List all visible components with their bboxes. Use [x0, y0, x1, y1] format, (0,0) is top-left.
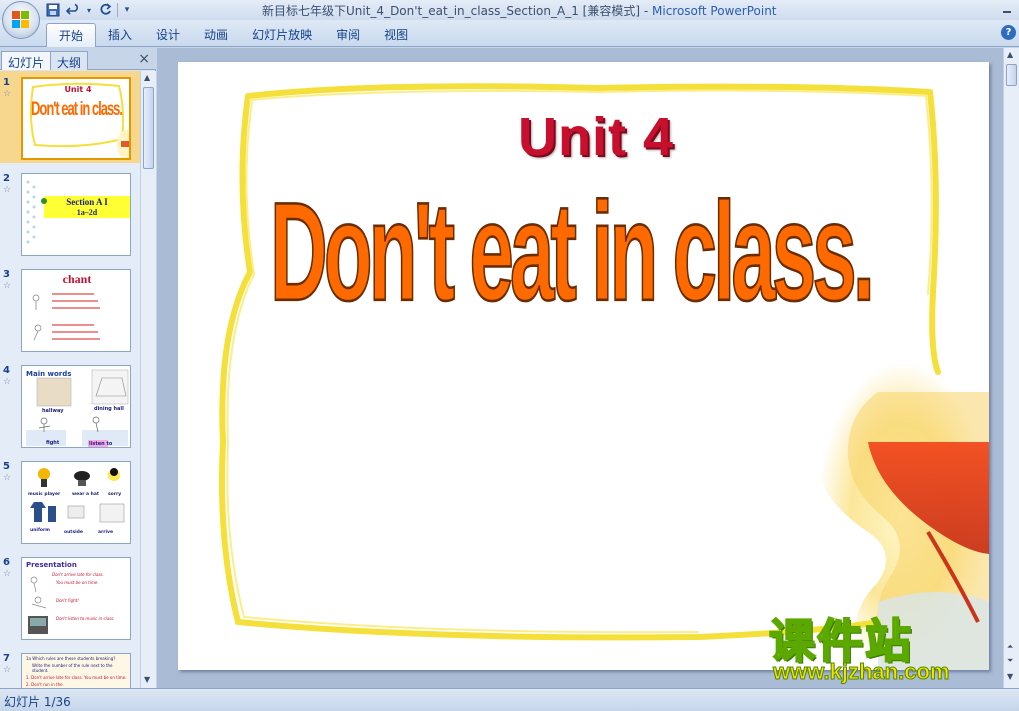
- thumbnail-preview: Presentation Don't arrive late for class…: [21, 557, 131, 640]
- thumbnails-scrollbar[interactable]: ▲ ▼: [140, 71, 156, 688]
- help-icon[interactable]: ?: [1001, 25, 1016, 40]
- thumb-label: dining hall: [94, 406, 124, 412]
- previous-slide-icon[interactable]: ⏶: [1007, 642, 1013, 652]
- scroll-up-arrow-icon[interactable]: ▲: [144, 73, 150, 82]
- thumb-label: hallway: [42, 408, 64, 414]
- document-title: 新目标七年级下Unit_4_Don't_eat_in_class_Section…: [262, 4, 652, 18]
- qat-separator: [117, 3, 118, 17]
- thumbnail-preview: Main words hallway dining hall fight lis…: [21, 365, 131, 448]
- tab-insert[interactable]: 插入: [96, 23, 144, 47]
- slide-thumbnail-3[interactable]: 3 ☆ chant: [0, 263, 140, 355]
- thumb-label: outside: [64, 530, 83, 535]
- dropdown-arrow-icon[interactable]: ▾: [85, 2, 93, 18]
- slide-number: 6: [3, 557, 10, 568]
- animation-star-icon: ☆: [3, 377, 12, 387]
- scroll-up-arrow-icon[interactable]: ▲: [1007, 50, 1013, 59]
- thumb-label: wear a hat: [72, 492, 100, 497]
- slide-thumbnail-2[interactable]: 2 ☆ Section A I 1a–2d: [0, 167, 140, 259]
- window-controls: [995, 0, 1019, 18]
- slide-thumbnail-7[interactable]: 7 ☆ 1a Which rules are these students br…: [0, 647, 140, 688]
- slide-editor: Unit 4 Don't eat in class. 课件站 www.kjzha…: [157, 48, 1019, 688]
- minimize-button[interactable]: [995, 0, 1019, 18]
- window-title: 新目标七年级下Unit_4_Don't_eat_in_class_Section…: [262, 2, 777, 19]
- animation-star-icon: ☆: [3, 665, 12, 675]
- undo-icon[interactable]: [65, 2, 81, 18]
- slide-number: 2: [3, 173, 10, 184]
- ribbon-tabs: 开始 插入 设计 动画 幻灯片放映 审阅 视图: [46, 23, 420, 47]
- thumb-subtitle: 1a–2d: [76, 208, 98, 217]
- thumb-line: 1. Don't arrive late for class. You must…: [26, 675, 127, 680]
- thumb-line: 1a Which rules are these students breaki…: [26, 656, 116, 661]
- slide-thumbnail-6[interactable]: 6 ☆ Presentation Don't arrive late for c…: [0, 551, 140, 643]
- app-name: Microsoft PowerPoint: [652, 4, 777, 18]
- next-slide-icon[interactable]: ⏷: [1007, 656, 1013, 666]
- thumb-label: listen to: [89, 441, 113, 447]
- office-button[interactable]: [2, 1, 40, 39]
- save-icon[interactable]: [45, 2, 61, 18]
- animation-star-icon: ☆: [3, 89, 12, 99]
- redo-icon[interactable]: [97, 2, 113, 18]
- tab-outline[interactable]: 大纲: [50, 51, 89, 70]
- quick-access-toolbar: ▾ ▾: [45, 1, 132, 19]
- scrollbar-thumb[interactable]: [1006, 64, 1017, 86]
- thumb-label: uniform: [30, 528, 50, 533]
- slide-number: 4: [3, 365, 10, 376]
- thumbnail-preview: chant: [21, 269, 131, 352]
- ribbon: 开始 插入 设计 动画 幻灯片放映 审阅 视图 ?: [0, 20, 1019, 47]
- thumb-label: fight: [46, 440, 60, 446]
- slide-subtitle[interactable]: Don't eat in class.: [269, 172, 876, 333]
- slide-canvas[interactable]: Unit 4 Don't eat in class.: [178, 62, 989, 670]
- tab-animations[interactable]: 动画: [192, 23, 240, 47]
- thumbnail-list: 1 ☆ Unit 4 Don't eat in class. 2 ☆ Secti…: [0, 71, 140, 688]
- tab-slideshow[interactable]: 幻灯片放映: [240, 23, 324, 47]
- animation-star-icon: ☆: [3, 569, 12, 579]
- office-logo-icon: [12, 11, 30, 29]
- slide-number: 3: [3, 269, 10, 280]
- thumb-subtitle: Don't eat in class.: [31, 97, 123, 120]
- animation-star-icon: ☆: [3, 185, 12, 195]
- thumbnail-preview: 1a Which rules are these students breaki…: [21, 653, 131, 688]
- thumb-label: arrive: [98, 530, 114, 535]
- thumb-title: Unit 4: [64, 85, 92, 94]
- thumb-title: Section A I: [66, 197, 108, 207]
- thumbnail-preview: music player wear a hat sorry uniform ou…: [21, 461, 131, 544]
- slide-thumbnail-4[interactable]: 4 ☆ Main words hallway dining hall fight…: [0, 359, 140, 451]
- animation-star-icon: ☆: [3, 473, 12, 483]
- tab-review[interactable]: 审阅: [324, 23, 372, 47]
- customize-qat-icon[interactable]: ▾: [122, 2, 132, 18]
- scroll-down-arrow-icon[interactable]: ▼: [144, 675, 150, 684]
- thumb-label: music player: [28, 492, 61, 497]
- slide-scrollbar[interactable]: ▲ ⏶ ⏷ ▼: [1003, 48, 1019, 688]
- slide-title[interactable]: Unit 4: [378, 106, 814, 168]
- scrollbar-thumb[interactable]: [143, 87, 154, 169]
- slide-thumbnail-5[interactable]: 5 ☆ music player wear a hat sorry unifor…: [0, 455, 140, 547]
- slide-counter: 幻灯片 1/36: [4, 695, 71, 709]
- watermark-url: www.kjzhan.com: [772, 659, 950, 685]
- tab-design[interactable]: 设计: [144, 23, 192, 47]
- slides-pane: 幻灯片 大纲 × 1 ☆ Unit 4 Don't eat in class. …: [0, 48, 156, 688]
- thumbnail-preview: Unit 4 Don't eat in class.: [21, 77, 131, 160]
- thumbnail-preview: Section A I 1a–2d: [21, 173, 131, 256]
- slide-number: 5: [3, 461, 10, 472]
- pane-tabs: 幻灯片 大纲 ×: [0, 48, 156, 70]
- close-pane-button[interactable]: ×: [138, 51, 150, 67]
- tab-home[interactable]: 开始: [46, 23, 97, 47]
- slide-number: 1: [3, 77, 10, 88]
- thumb-label: sorry: [108, 492, 122, 497]
- title-bar: ▾ ▾ 新目标七年级下Unit_4_Don't_eat_in_class_Sec…: [0, 0, 1019, 20]
- slide-number: 7: [3, 653, 10, 664]
- slide-thumbnail-1[interactable]: 1 ☆ Unit 4 Don't eat in class.: [0, 71, 140, 163]
- watermark: 课件站 www.kjzhan.com: [765, 605, 1005, 690]
- tab-slides[interactable]: 幻灯片: [1, 51, 52, 70]
- status-bar: 幻灯片 1/36: [0, 688, 1019, 711]
- thumb-line: 2. Don't run in the: [26, 682, 63, 687]
- thumb-line: Write the number of the rule next to the…: [32, 663, 113, 673]
- scroll-down-arrow-icon[interactable]: ▼: [1007, 672, 1013, 681]
- tab-view[interactable]: 视图: [372, 23, 420, 47]
- animation-star-icon: ☆: [3, 281, 12, 291]
